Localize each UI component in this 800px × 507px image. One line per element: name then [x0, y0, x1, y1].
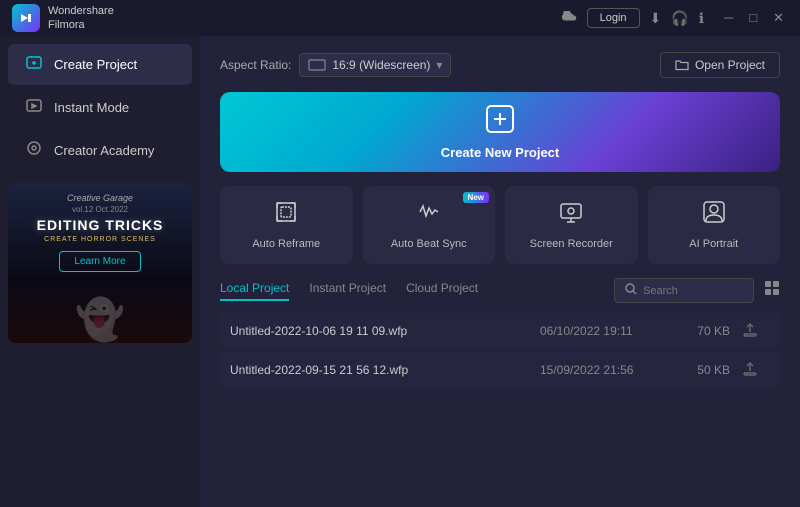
- search-input[interactable]: [643, 285, 743, 297]
- banner-subtitle: CREATE HORROR SCENES: [16, 236, 184, 243]
- banner-logo-text: Creative Garage: [16, 193, 184, 203]
- app-name-text: Wondershare Filmora: [48, 4, 114, 33]
- aspect-ratio-row: Aspect Ratio: 16:9 (Widescreen) ▾: [220, 53, 451, 77]
- close-button[interactable]: ✕: [769, 8, 788, 28]
- instant-mode-label: Instant Mode: [54, 100, 129, 115]
- quick-tile-auto-reframe[interactable]: Auto Reframe: [220, 186, 353, 264]
- add-icon: [485, 104, 515, 134]
- project-date: 15/09/2022 21:56: [540, 363, 670, 377]
- cloud-icon[interactable]: [561, 10, 577, 26]
- banner-content: Creative Garage vol.12 Oct.2022 EDITING …: [16, 193, 184, 272]
- maximize-button[interactable]: □: [745, 8, 761, 28]
- projects-tabs-row: Local Project Instant Project Cloud Proj…: [220, 278, 780, 303]
- login-button[interactable]: Login: [587, 8, 640, 28]
- sidebar-banner: Creative Garage vol.12 Oct.2022 EDITING …: [8, 183, 192, 343]
- upload-icon[interactable]: [730, 360, 770, 379]
- headphones-icon[interactable]: 🎧: [671, 10, 688, 27]
- instant-mode-icon: [24, 97, 44, 118]
- minimize-button[interactable]: ─: [720, 8, 737, 28]
- quick-tile-ai-portrait[interactable]: AI Portrait: [648, 186, 781, 264]
- project-name: Untitled-2022-09-15 21 56 12.wfp: [230, 363, 540, 377]
- upload-icon[interactable]: [730, 321, 770, 340]
- screen-recorder-label: Screen Recorder: [530, 238, 613, 250]
- project-list: Untitled-2022-10-06 19 11 09.wfp 06/10/2…: [220, 313, 780, 387]
- quick-tile-auto-beat-sync[interactable]: New Auto Beat Sync: [363, 186, 496, 264]
- quick-tile-screen-recorder[interactable]: Screen Recorder: [505, 186, 638, 264]
- download-icon[interactable]: ⬇: [650, 10, 662, 27]
- tab-local-project[interactable]: Local Project: [220, 281, 289, 301]
- screen-recorder-icon: [559, 200, 583, 230]
- ai-portrait-label: AI Portrait: [689, 238, 738, 250]
- sidebar-item-create-project[interactable]: Create Project: [8, 44, 192, 85]
- open-project-label: Open Project: [695, 58, 765, 72]
- open-project-button[interactable]: Open Project: [660, 52, 780, 78]
- auto-beat-sync-label: Auto Beat Sync: [391, 238, 467, 250]
- project-size: 70 KB: [670, 324, 730, 338]
- create-new-project-card[interactable]: Create New Project: [220, 92, 780, 172]
- tab-instant-project[interactable]: Instant Project: [309, 281, 386, 301]
- quick-actions: Auto Reframe New Auto Beat Sync: [220, 186, 780, 264]
- new-badge: New: [463, 192, 489, 203]
- plus-icon: [485, 104, 515, 141]
- sidebar-item-creator-academy[interactable]: Creator Academy: [8, 130, 192, 171]
- content-area: Aspect Ratio: 16:9 (Widescreen) ▾ Open P…: [200, 36, 800, 507]
- grid-view-button[interactable]: [764, 280, 780, 301]
- project-name: Untitled-2022-10-06 19 11 09.wfp: [230, 324, 540, 338]
- aspect-ratio-value: 16:9 (Widescreen): [332, 58, 430, 72]
- search-icon: [625, 283, 637, 298]
- creator-academy-icon: [24, 140, 44, 161]
- ai-portrait-icon: [702, 200, 726, 230]
- main-layout: Create Project Instant Mode Creator Acad…: [0, 36, 800, 507]
- auto-reframe-icon: [274, 200, 298, 230]
- aspect-ratio-select[interactable]: 16:9 (Widescreen) ▾: [299, 53, 451, 77]
- project-size: 50 KB: [670, 363, 730, 377]
- sidebar: Create Project Instant Mode Creator Acad…: [0, 36, 200, 507]
- auto-reframe-label: Auto Reframe: [252, 238, 320, 250]
- learn-more-button[interactable]: Learn More: [59, 251, 140, 272]
- creator-academy-label: Creator Academy: [54, 143, 154, 158]
- chevron-down-icon: ▾: [436, 58, 442, 72]
- project-date: 06/10/2022 19:11: [540, 324, 670, 338]
- create-project-card-label: Create New Project: [441, 145, 560, 160]
- table-row[interactable]: Untitled-2022-09-15 21 56 12.wfp 15/09/2…: [220, 352, 780, 387]
- create-project-icon: [24, 54, 44, 75]
- search-box[interactable]: [614, 278, 754, 303]
- create-project-label: Create Project: [54, 57, 137, 72]
- grid-icon: [764, 280, 780, 296]
- aspect-ratio-label: Aspect Ratio:: [220, 58, 291, 72]
- info-icon[interactable]: ℹ: [699, 10, 704, 27]
- content-topbar: Aspect Ratio: 16:9 (Widescreen) ▾ Open P…: [220, 52, 780, 78]
- auto-beat-sync-icon: [417, 200, 441, 230]
- title-bar: Wondershare Filmora Login ⬇ 🎧 ℹ ─ □ ✕: [0, 0, 800, 36]
- table-row[interactable]: Untitled-2022-10-06 19 11 09.wfp 06/10/2…: [220, 313, 780, 348]
- window-controls: ─ □ ✕: [720, 8, 788, 28]
- banner-figure: 👻: [75, 296, 125, 343]
- banner-title: EDITING TRICKS: [16, 218, 184, 233]
- app-branding: Wondershare Filmora: [12, 4, 114, 33]
- title-bar-actions: Login ⬇ 🎧 ℹ ─ □ ✕: [561, 8, 788, 28]
- projects-section: Local Project Instant Project Cloud Proj…: [220, 278, 780, 491]
- sidebar-item-instant-mode[interactable]: Instant Mode: [8, 87, 192, 128]
- folder-icon: [675, 58, 689, 72]
- projects-tabs: Local Project Instant Project Cloud Proj…: [220, 281, 478, 301]
- banner-date: vol.12 Oct.2022: [16, 205, 184, 214]
- tab-cloud-project[interactable]: Cloud Project: [406, 281, 478, 301]
- app-logo: [12, 4, 40, 32]
